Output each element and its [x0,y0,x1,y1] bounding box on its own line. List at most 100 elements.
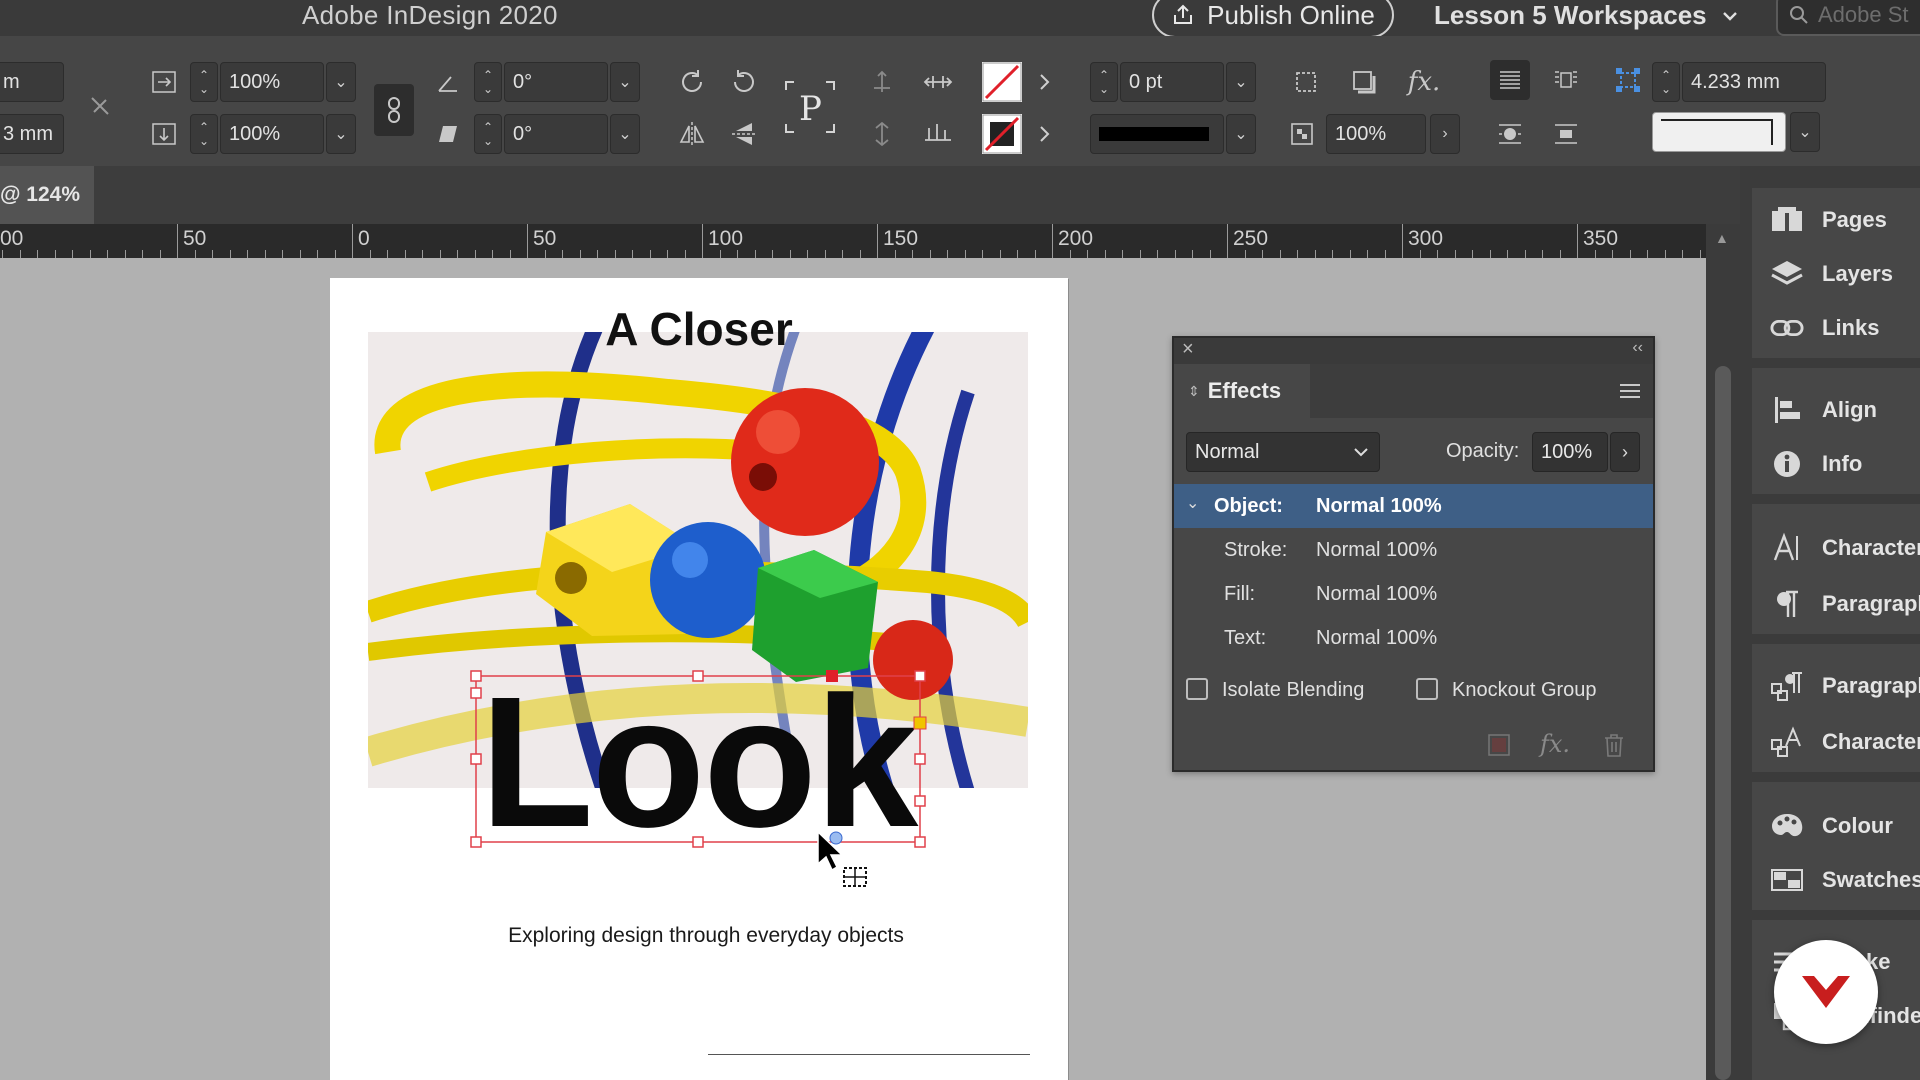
drop-shadow-icon[interactable] [1344,62,1384,102]
shear-dropdown[interactable]: ⌄ [610,114,640,154]
trash-icon[interactable] [1602,732,1626,758]
ruler-minor-tick [615,250,616,258]
opacity-input[interactable]: 100% [1532,432,1608,472]
ruler-label: 300 [1408,227,1444,250]
rotate-counterclockwise-icon[interactable] [724,62,764,102]
dock-item-layers[interactable]: Layers [1752,250,1920,298]
fx-icon[interactable]: fx. [1404,62,1444,102]
stroke-weight-stepper[interactable]: ⌃ ⌄ [1090,62,1118,102]
dock-item-swatches[interactable]: Swatches [1752,856,1920,904]
frame-offset-field[interactable]: 4.233 mm [1682,62,1826,102]
opacity-field[interactable]: 100% [1326,114,1426,154]
text-wrap-shape-icon[interactable] [1490,114,1530,154]
publish-online-button[interactable]: Publish Online [1152,0,1394,38]
select-next-object-icon[interactable] [918,62,958,102]
scale-x-field[interactable]: 100% [220,62,324,102]
stroke-weight-field[interactable]: 0 pt [1120,62,1224,102]
frame-offset-stepper[interactable]: ⌃ ⌄ [1652,62,1680,102]
clear-effects-icon[interactable] [1486,732,1512,758]
dock-item-paragraph-styles[interactable]: Paragraph Styles [1752,662,1920,710]
dock-item-paragraph[interactable]: Paragraph [1752,580,1920,628]
text-wrap-bounding-icon[interactable] [1546,60,1586,100]
fill-none-swatch[interactable] [982,62,1022,102]
blend-mode-select[interactable]: Normal [1186,432,1380,472]
shear-stepper[interactable]: ⌃ ⌄ [474,114,502,154]
knockout-group-checkbox[interactable] [1416,678,1438,700]
auto-fit-icon[interactable] [1608,60,1648,100]
select-child-icon[interactable] [918,114,958,154]
y-position-field[interactable]: 3 mm [0,114,64,154]
rotate-stepper[interactable]: ⌃ ⌄ [474,62,502,102]
stroke-arrow-icon[interactable] [1030,114,1060,154]
opacity-label: Opacity: [1446,440,1520,462]
rotate-dropdown[interactable]: ⌄ [610,62,640,102]
dock-item-character-styles[interactable]: Character Styles [1752,718,1920,766]
text-wrap-none-icon[interactable] [1490,60,1530,100]
dock-item-character[interactable]: Character [1752,524,1920,572]
shear-field[interactable]: 0° [504,114,608,154]
opacity-slider-arrow[interactable]: › [1610,432,1640,472]
stroke-type-field[interactable] [1090,114,1224,154]
select-container-icon[interactable]: P [782,78,838,136]
collapse-panel-icon[interactable]: ‹‹ [1632,339,1643,357]
x-position-field[interactable]: m [0,62,64,102]
effects-row-stroke[interactable]: Stroke: Normal 100% [1174,528,1653,572]
flip-horizontal-icon[interactable] [672,114,712,154]
stroke-none-swatch[interactable] [982,114,1022,154]
subtitle-text[interactable]: Exploring design through everyday object… [330,924,1082,948]
constrain-proportions-icon[interactable] [374,84,414,136]
divider-rule[interactable] [708,1054,1030,1055]
opacity-arrow[interactable]: › [1430,114,1460,154]
vertical-scrollbar[interactable]: ▲ [1706,224,1740,1080]
tab-effects[interactable]: ⇕ Effects [1174,364,1310,418]
select-parent-icon[interactable] [862,114,902,154]
ruler-minor-tick [1350,250,1351,258]
corner-options-dropdown[interactable]: ⌄ [1790,112,1820,152]
dock-item-pages[interactable]: Pages [1752,196,1920,244]
effects-row-fill[interactable]: Fill: Normal 100% [1174,572,1653,616]
effects-panel[interactable]: × ‹‹ ⇕ Effects Normal Opacity: 100% › ⌄ … [1172,336,1655,772]
headline-text[interactable]: A Closer [330,302,1068,356]
scale-y-stepper[interactable]: ⌃ ⌄ [190,114,218,154]
panel-menu-icon[interactable] [1619,382,1641,400]
disclosure-chevron-icon[interactable]: ⌄ [1186,493,1199,513]
scale-x-stepper[interactable]: ⌃ ⌄ [190,62,218,102]
dock-item-links[interactable]: Links [1752,304,1920,352]
document-tab[interactable]: @ 124% [0,166,94,224]
svg-text:P: P [799,89,822,129]
adobe-stock-search[interactable]: Adobe St [1776,0,1920,36]
effects-row-value: Normal 100% [1316,583,1438,605]
text-wrap-jump-icon[interactable] [1546,114,1586,154]
stroke-type-dropdown[interactable]: ⌄ [1226,114,1256,154]
stroke-weight-dropdown[interactable]: ⌄ [1226,62,1256,102]
frame-fitting-icon[interactable] [1286,62,1326,102]
dock-item-align[interactable]: Align [1752,386,1920,434]
scale-y-field[interactable]: 100% [220,114,324,154]
document-page[interactable]: A Closer Look Exploring design through e… [330,278,1068,1080]
isolate-blending-checkbox[interactable] [1186,678,1208,700]
effects-panel-header[interactable]: × ‹‹ [1174,338,1653,364]
fill-arrow-icon[interactable] [1030,62,1060,102]
flip-vertical-icon[interactable] [724,114,764,154]
add-effect-icon[interactable]: fx. [1540,730,1570,758]
ruler-minor-tick [492,250,493,258]
workspace-switcher[interactable]: Lesson 5 Workspaces [1434,0,1739,31]
scale-y-dropdown[interactable]: ⌄ [326,114,356,154]
effects-row-text[interactable]: Text: Normal 100% [1174,616,1653,660]
dock-item-info[interactable]: Info [1752,440,1920,488]
unlink-icon[interactable] [80,86,120,126]
effects-row-object[interactable]: ⌄ Object: Normal 100% [1174,484,1653,528]
horizontal-ruler[interactable]: 00 50 0 50 100 150 200 250 300 350 [0,224,1706,258]
scroll-up-icon[interactable]: ▲ [1715,230,1729,246]
close-icon[interactable]: × [1182,338,1194,361]
select-previous-object-icon[interactable] [862,62,902,102]
scale-x-dropdown[interactable]: ⌄ [326,62,356,102]
ruler-minor-tick [632,250,633,258]
vertical-scrollbar-thumb[interactable] [1715,366,1731,1080]
rotate-field[interactable]: 0° [504,62,608,102]
corner-options-field[interactable] [1652,112,1786,152]
effects-row-value: Normal 100% [1316,539,1438,561]
rotate-clockwise-icon[interactable] [672,62,712,102]
dock-item-colour[interactable]: Colour [1752,802,1920,850]
ruler-minor-tick [125,250,126,258]
